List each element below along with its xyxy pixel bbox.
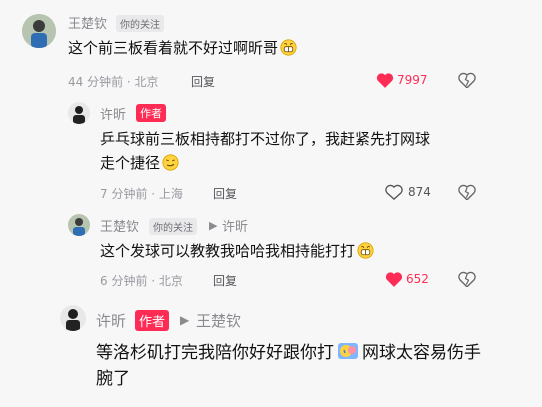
commenter-name[interactable]: 许昕 — [96, 310, 126, 331]
avatar[interactable] — [60, 305, 86, 331]
comment-text: 等洛杉矶打完我陪你好好跟你打 网球太容易伤手 腕了 — [96, 343, 481, 389]
reply-button[interactable]: 回复 — [213, 272, 237, 289]
dislike-icon[interactable] — [458, 72, 476, 88]
dislike-icon[interactable] — [458, 184, 476, 200]
like-count: 874 — [408, 185, 431, 199]
avatar[interactable] — [22, 14, 56, 48]
like-count: 7997 — [397, 73, 428, 87]
following-tag: 你的关注 — [116, 15, 164, 32]
commenter-name[interactable]: 许昕 — [100, 104, 126, 123]
heart-filled-icon[interactable] — [385, 271, 403, 287]
reply-button[interactable]: 回复 — [191, 73, 215, 90]
heart-filled-icon[interactable] — [376, 72, 394, 88]
dislike-icon[interactable] — [458, 271, 476, 287]
crying-hug-emoji-icon — [338, 343, 358, 359]
comment-meta: 7 分钟前 · 上海 — [100, 187, 183, 201]
reply-arrow-icon: ▶ — [180, 313, 190, 327]
reply-button[interactable]: 回复 — [213, 185, 237, 202]
reply-to-name[interactable]: 王楚钦 — [196, 310, 241, 331]
reply-arrow-icon: ▶ — [209, 219, 218, 232]
heart-outline-icon[interactable] — [385, 184, 403, 200]
smirk-emoji-icon — [162, 154, 179, 171]
comment-text: 这个发球可以教教我哈哈我相持能打打 — [100, 239, 374, 263]
following-tag: 你的关注 — [149, 218, 197, 235]
author-badge: 作者 — [136, 104, 166, 122]
grin-emoji-icon — [280, 39, 297, 56]
avatar[interactable] — [68, 102, 90, 124]
reply-to-name[interactable]: 许昕 — [222, 216, 248, 235]
like-count: 652 — [406, 272, 429, 286]
comment-text: 乒乓球前三板相持都打不过你了，我赶紧先打网球 走个捷径 — [100, 130, 431, 172]
comment-meta: 6 分钟前 · 北京 — [100, 274, 183, 288]
author-badge: 作者 — [135, 310, 170, 331]
commenter-name[interactable]: 王楚钦 — [68, 13, 107, 32]
grin-emoji-icon — [357, 242, 374, 259]
commenter-name[interactable]: 王楚钦 — [100, 216, 139, 235]
avatar[interactable] — [68, 214, 90, 236]
comment-text: 这个前三板看着就不好过啊昕哥 — [68, 36, 297, 60]
comment-meta: 44 分钟前 · 北京 — [68, 75, 159, 89]
